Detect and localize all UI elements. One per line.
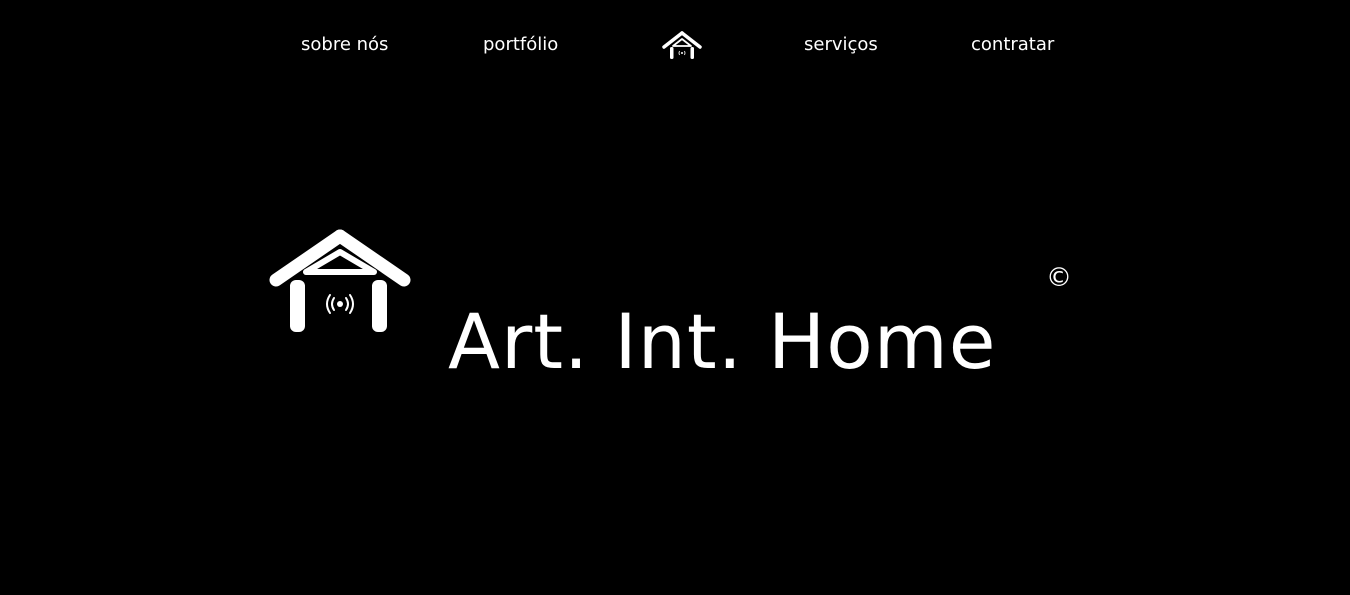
house-logo-icon	[662, 31, 702, 59]
house-wifi-logo-icon	[269, 229, 411, 332]
nav-link-sobre-nos[interactable]: sobre nós	[301, 33, 388, 57]
nav-link-contratar[interactable]: contratar	[971, 33, 1054, 57]
copyright-symbol: ©	[1046, 263, 1072, 293]
hero-brand: Art. Int. Home ©	[268, 228, 1078, 386]
home-logo-link[interactable]	[662, 31, 702, 61]
nav-link-servicos[interactable]: serviços	[804, 33, 878, 57]
brand-title: Art. Int. Home	[448, 296, 997, 386]
nav-link-portfolio[interactable]: portfólio	[483, 33, 558, 57]
top-navigation: sobre nós portfólio serviços contratar	[0, 0, 1350, 90]
